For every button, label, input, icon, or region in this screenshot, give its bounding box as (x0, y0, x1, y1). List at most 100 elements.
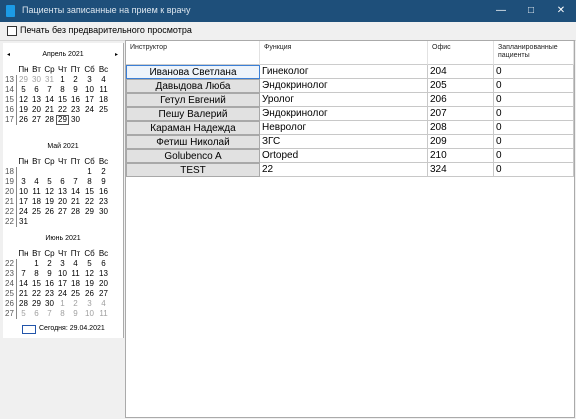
calendar-day[interactable]: 1 (56, 299, 69, 309)
month-title[interactable]: Апрель 2021 (3, 51, 123, 58)
calendar-day[interactable]: 2 (69, 299, 82, 309)
calendar-day[interactable]: 7 (43, 85, 56, 95)
office-cell[interactable]: 210 (428, 149, 494, 163)
calendar-day[interactable]: 23 (97, 197, 110, 207)
doctor-name-button[interactable]: Golubenco A (126, 149, 260, 163)
calendar-day[interactable]: 23 (43, 289, 56, 299)
calendar-day[interactable]: 20 (56, 197, 69, 207)
office-cell[interactable]: 324 (428, 163, 494, 177)
calendar-day[interactable]: 21 (69, 197, 82, 207)
table-row[interactable]: Пешу Валерий Эндокринолог 207 0 (126, 107, 574, 121)
office-cell[interactable]: 205 (428, 79, 494, 93)
calendar-day[interactable]: 14 (69, 187, 82, 197)
calendar-day[interactable]: 30 (43, 299, 56, 309)
calendar-day[interactable]: 20 (30, 105, 43, 115)
month-calendar[interactable]: Сегодня: 29.04.2021 Апрель 2021 ◂ ▸ Пн Вт Ср Ч… (3, 43, 124, 338)
calendar-day[interactable]: 6 (56, 177, 69, 187)
calendar-day[interactable]: 6 (30, 309, 43, 319)
calendar-day[interactable]: 4 (97, 75, 110, 85)
calendar-day[interactable]: 28 (43, 115, 56, 125)
function-cell[interactable]: Невролог (260, 121, 428, 135)
calendar-day[interactable]: 11 (69, 269, 82, 279)
calendar-day[interactable]: 1 (30, 259, 43, 269)
calendar-day[interactable]: 10 (17, 187, 30, 197)
office-cell[interactable]: 206 (428, 93, 494, 107)
calendar-day[interactable]: 9 (69, 309, 82, 319)
calendar-day[interactable]: 8 (83, 177, 96, 187)
calendar-day[interactable]: 13 (56, 187, 69, 197)
doctor-name-button[interactable]: Караман Надежда (126, 121, 260, 135)
office-cell[interactable]: 208 (428, 121, 494, 135)
calendar-day[interactable]: 24 (56, 289, 69, 299)
calendar-day[interactable]: 25 (69, 289, 82, 299)
column-header-scheduled[interactable]: Запланированные пациенты (494, 41, 574, 65)
office-cell[interactable]: 204 (428, 65, 494, 79)
table-row[interactable]: TEST 22 324 0 (126, 163, 574, 177)
calendar-day[interactable]: 20 (97, 279, 110, 289)
calendar-day[interactable]: 14 (43, 95, 56, 105)
calendar-day[interactable]: 12 (43, 187, 56, 197)
calendar-day[interactable]: 17 (17, 197, 30, 207)
calendar-day[interactable]: 7 (69, 177, 82, 187)
calendar-day[interactable]: 22 (56, 105, 69, 115)
calendar-day[interactable]: 7 (17, 269, 30, 279)
today-label[interactable]: Сегодня: 29.04.2021 (39, 325, 105, 332)
calendar-day[interactable]: 26 (43, 207, 56, 217)
calendar-day[interactable]: 24 (17, 207, 30, 217)
calendar-day[interactable]: 31 (17, 217, 30, 227)
calendar-day[interactable]: 3 (17, 177, 30, 187)
calendar-day[interactable]: 11 (97, 85, 110, 95)
calendar-day[interactable]: 29 (83, 207, 96, 217)
calendar-day[interactable]: 15 (83, 187, 96, 197)
calendar-day[interactable]: 1 (83, 167, 96, 177)
column-header-function[interactable]: Функция (260, 41, 428, 65)
calendar-day[interactable]: 5 (17, 85, 30, 95)
calendar-day[interactable]: 29 (17, 75, 30, 85)
scheduled-count-cell[interactable]: 0 (494, 107, 574, 121)
function-cell[interactable]: Гинеколог (260, 65, 428, 79)
calendar-day[interactable]: 13 (30, 95, 43, 105)
calendar-day[interactable]: 8 (56, 309, 69, 319)
calendar-day[interactable]: 17 (56, 279, 69, 289)
calendar-day[interactable]: 31 (43, 75, 56, 85)
month-title[interactable]: Июнь 2021 (3, 235, 123, 242)
calendar-day[interactable]: 5 (43, 177, 56, 187)
office-cell[interactable]: 209 (428, 135, 494, 149)
calendar-day[interactable]: 14 (17, 279, 30, 289)
calendar-day[interactable]: 7 (43, 309, 56, 319)
calendar-day[interactable]: 27 (97, 289, 110, 299)
calendar-day[interactable]: 6 (30, 85, 43, 95)
calendar-day[interactable]: 26 (17, 115, 30, 125)
print-preview-checkbox[interactable] (7, 26, 17, 36)
calendar-day[interactable]: 4 (69, 259, 82, 269)
calendar-day[interactable]: 9 (69, 85, 82, 95)
calendar-day[interactable]: 15 (30, 279, 43, 289)
calendar-day[interactable]: 16 (43, 279, 56, 289)
calendar-day[interactable]: 13 (97, 269, 110, 279)
maximize-button[interactable]: □ (516, 0, 546, 22)
scheduled-count-cell[interactable]: 0 (494, 135, 574, 149)
calendar-day[interactable]: 26 (83, 289, 96, 299)
calendar-day[interactable]: 4 (97, 299, 110, 309)
calendar-day[interactable]: 2 (43, 259, 56, 269)
calendar-day[interactable]: 19 (43, 197, 56, 207)
doctor-name-button[interactable]: Иванова Светлана (126, 65, 260, 79)
calendar-day[interactable]: 23 (69, 105, 82, 115)
table-row[interactable]: Караман Надежда Невролог 208 0 (126, 121, 574, 135)
calendar-day[interactable]: 30 (97, 207, 110, 217)
calendar-day[interactable]: 25 (30, 207, 43, 217)
calendar-day[interactable]: 5 (83, 259, 96, 269)
calendar-day[interactable]: 19 (17, 105, 30, 115)
office-cell[interactable]: 207 (428, 107, 494, 121)
scheduled-count-cell[interactable]: 0 (494, 149, 574, 163)
scheduled-count-cell[interactable]: 0 (494, 163, 574, 177)
calendar-day[interactable]: 9 (43, 269, 56, 279)
calendar-day[interactable]: 5 (17, 309, 30, 319)
calendar-day[interactable]: 16 (69, 95, 82, 105)
function-cell[interactable]: Ortoped (260, 149, 428, 163)
calendar-day[interactable]: 2 (97, 167, 110, 177)
minimize-button[interactable]: — (486, 0, 516, 22)
table-row[interactable]: Давыдова Люба Эндокринолог 205 0 (126, 79, 574, 93)
prev-month-arrow-icon[interactable]: ◂ (7, 51, 10, 58)
calendar-day[interactable]: 22 (30, 289, 43, 299)
